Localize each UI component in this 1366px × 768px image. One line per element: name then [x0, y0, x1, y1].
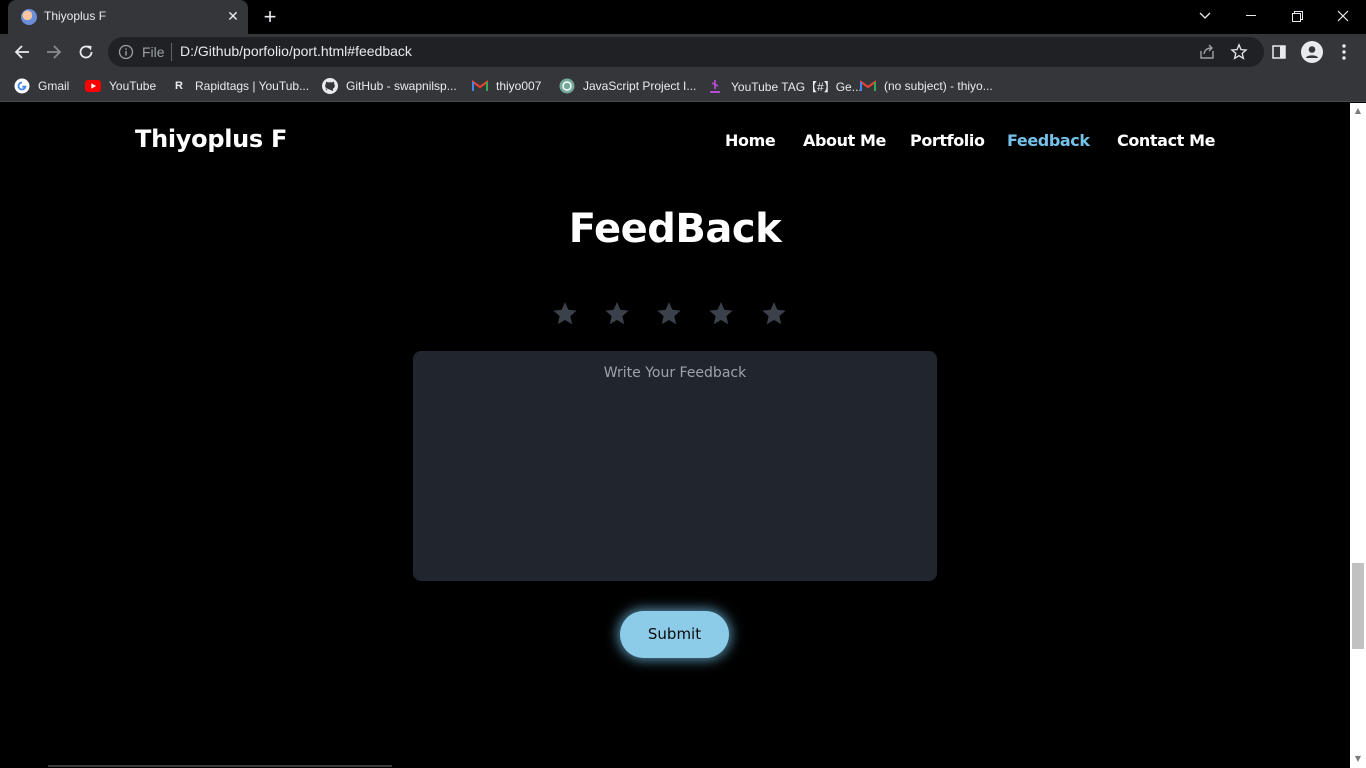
star-icon: [762, 302, 786, 325]
omnibox-divider: [171, 43, 172, 61]
nav-about-me[interactable]: About Me: [803, 131, 886, 150]
openai-icon: [559, 78, 575, 94]
bookmark-label: YouTube: [109, 79, 157, 93]
rating-star-4[interactable]: [707, 300, 735, 328]
info-icon[interactable]: [118, 44, 134, 60]
tag-icon: [707, 78, 723, 94]
bookmark-label: YouTube TAG【#】Ge...: [731, 79, 862, 94]
bookmark-javascript-project[interactable]: JavaScript Project I...: [559, 76, 696, 96]
horizontal-scroll-indicator: [48, 765, 392, 767]
browser-toolbar: File D:/Github/porfolio/port.html#feedba…: [0, 34, 1366, 70]
scheme-label: File: [142, 44, 165, 60]
profile-button[interactable]: [1300, 40, 1324, 64]
rating-star-2[interactable]: [603, 300, 631, 328]
site-logo[interactable]: Thiyoplus F: [135, 125, 287, 153]
bookmark-label: Rapidtags | YouTub...: [195, 79, 310, 93]
feedback-textarea[interactable]: [413, 351, 937, 581]
bookmark-gmail[interactable]: Gmail: [14, 76, 69, 96]
bookmark-youtube-tag[interactable]: YouTube TAG【#】Ge...: [707, 76, 862, 96]
scroll-down-icon[interactable]: ▼: [1353, 754, 1363, 764]
minimize-icon: [1246, 15, 1256, 16]
submit-button[interactable]: Submit: [620, 611, 729, 658]
arrow-right-icon: [47, 45, 62, 59]
nav-feedback[interactable]: Feedback: [1007, 131, 1090, 150]
star-icon: [605, 302, 629, 325]
bookmark-label: GitHub - swapnilsp...: [346, 79, 457, 93]
new-tab-button[interactable]: +: [258, 5, 282, 29]
github-icon: [322, 78, 338, 94]
minimize-button[interactable]: [1228, 0, 1274, 32]
tab-title: Thiyoplus F: [44, 9, 107, 23]
tab-search-button[interactable]: [1182, 0, 1228, 32]
forward-button[interactable]: [40, 38, 68, 66]
scroll-thumb[interactable]: [1352, 563, 1364, 649]
star-icon: [709, 302, 733, 325]
reload-icon: [79, 45, 93, 59]
scroll-up-icon[interactable]: ▲: [1353, 106, 1363, 116]
restore-icon: [1291, 10, 1303, 22]
bookmark-label: JavaScript Project I...: [583, 79, 697, 93]
section-title: FeedBack: [568, 206, 782, 252]
favicon-icon: [21, 9, 37, 25]
close-window-button[interactable]: [1320, 0, 1366, 32]
address-bar[interactable]: File D:/Github/porfolio/port.html#feedba…: [108, 37, 1264, 67]
reload-button[interactable]: [72, 38, 100, 66]
page-scrollbar[interactable]: ▲ ▼: [1350, 103, 1366, 768]
url-text[interactable]: D:/Github/porfolio/port.html#feedback: [180, 43, 412, 59]
bookmark-label: thiyo007: [496, 79, 542, 93]
bookmark-label: (no subject) - thiyo...: [884, 79, 993, 93]
rating-star-3[interactable]: [655, 300, 683, 328]
bookmark-github[interactable]: GitHub - swapnilsp...: [322, 76, 457, 96]
gmail-icon: [860, 78, 876, 94]
gmail-icon: [472, 78, 488, 94]
bookmark-star-icon[interactable]: [1230, 43, 1248, 61]
bookmark-label: Gmail: [38, 79, 70, 93]
page-viewport: Thiyoplus F Home About Me Portfolio Feed…: [0, 103, 1350, 768]
close-tab-icon[interactable]: ✕: [224, 8, 242, 26]
menu-button[interactable]: [1332, 40, 1356, 64]
bookmark-thiyo007[interactable]: thiyo007: [472, 76, 541, 96]
youtube-icon: [85, 78, 101, 94]
bookmarks-bar: Gmail YouTube R Rapidtags | YouTub... Gi…: [0, 70, 1366, 102]
nav-contact-me[interactable]: Contact Me: [1117, 131, 1215, 150]
back-button[interactable]: [8, 38, 36, 66]
chevron-down-icon: [1199, 12, 1211, 19]
close-icon: [1337, 10, 1349, 22]
bookmark-no-subject[interactable]: (no subject) - thiyo...: [860, 76, 993, 96]
share-icon[interactable]: [1198, 43, 1216, 61]
star-icon: [657, 302, 681, 325]
bookmark-youtube[interactable]: YouTube: [85, 76, 156, 96]
rapidtags-icon: R: [175, 80, 183, 92]
google-icon: [14, 78, 30, 94]
tab-strip: Thiyoplus F ✕ +: [0, 0, 1366, 34]
browser-tab[interactable]: Thiyoplus F ✕: [8, 0, 248, 34]
restore-button[interactable]: [1274, 0, 1320, 32]
side-panel-icon: [1272, 45, 1286, 59]
bookmark-rapidtags[interactable]: R Rapidtags | YouTub...: [171, 76, 309, 96]
star-icon: [553, 302, 577, 325]
nav-portfolio[interactable]: Portfolio: [910, 131, 985, 150]
arrow-left-icon: [14, 45, 29, 59]
side-panel-button[interactable]: [1267, 40, 1291, 64]
nav-home[interactable]: Home: [725, 131, 776, 150]
rating-star-1[interactable]: [551, 300, 579, 328]
profile-icon: [1301, 41, 1323, 63]
rating-star-5[interactable]: [760, 300, 788, 328]
kebab-menu-icon: [1342, 44, 1346, 60]
